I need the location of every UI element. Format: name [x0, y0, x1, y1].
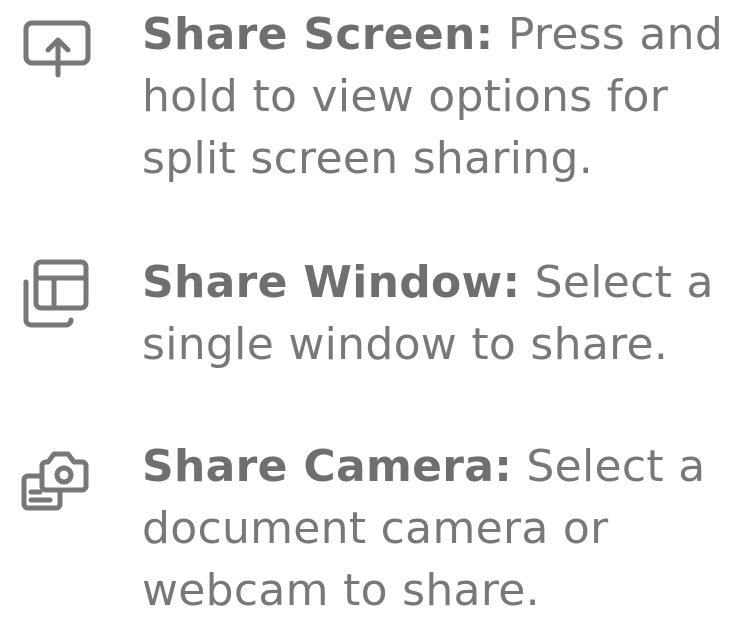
share-camera-icon: [18, 446, 90, 518]
share-camera-text: Share Camera: Select a document camera o…: [142, 436, 732, 621]
share-camera-title: Share Camera:: [142, 441, 513, 492]
share-window-title: Share Window:: [142, 257, 521, 308]
share-window-icon: [18, 258, 90, 330]
share-screen-title: Share Screen:: [142, 9, 494, 60]
share-options-list: Share Screen: Press and hold to view opt…: [0, 0, 732, 621]
share-window-text: Share Window: Select a single window to …: [142, 252, 732, 376]
share-screen-icon: [22, 17, 94, 89]
share-screen-text: Share Screen: Press and hold to view opt…: [142, 4, 732, 190]
